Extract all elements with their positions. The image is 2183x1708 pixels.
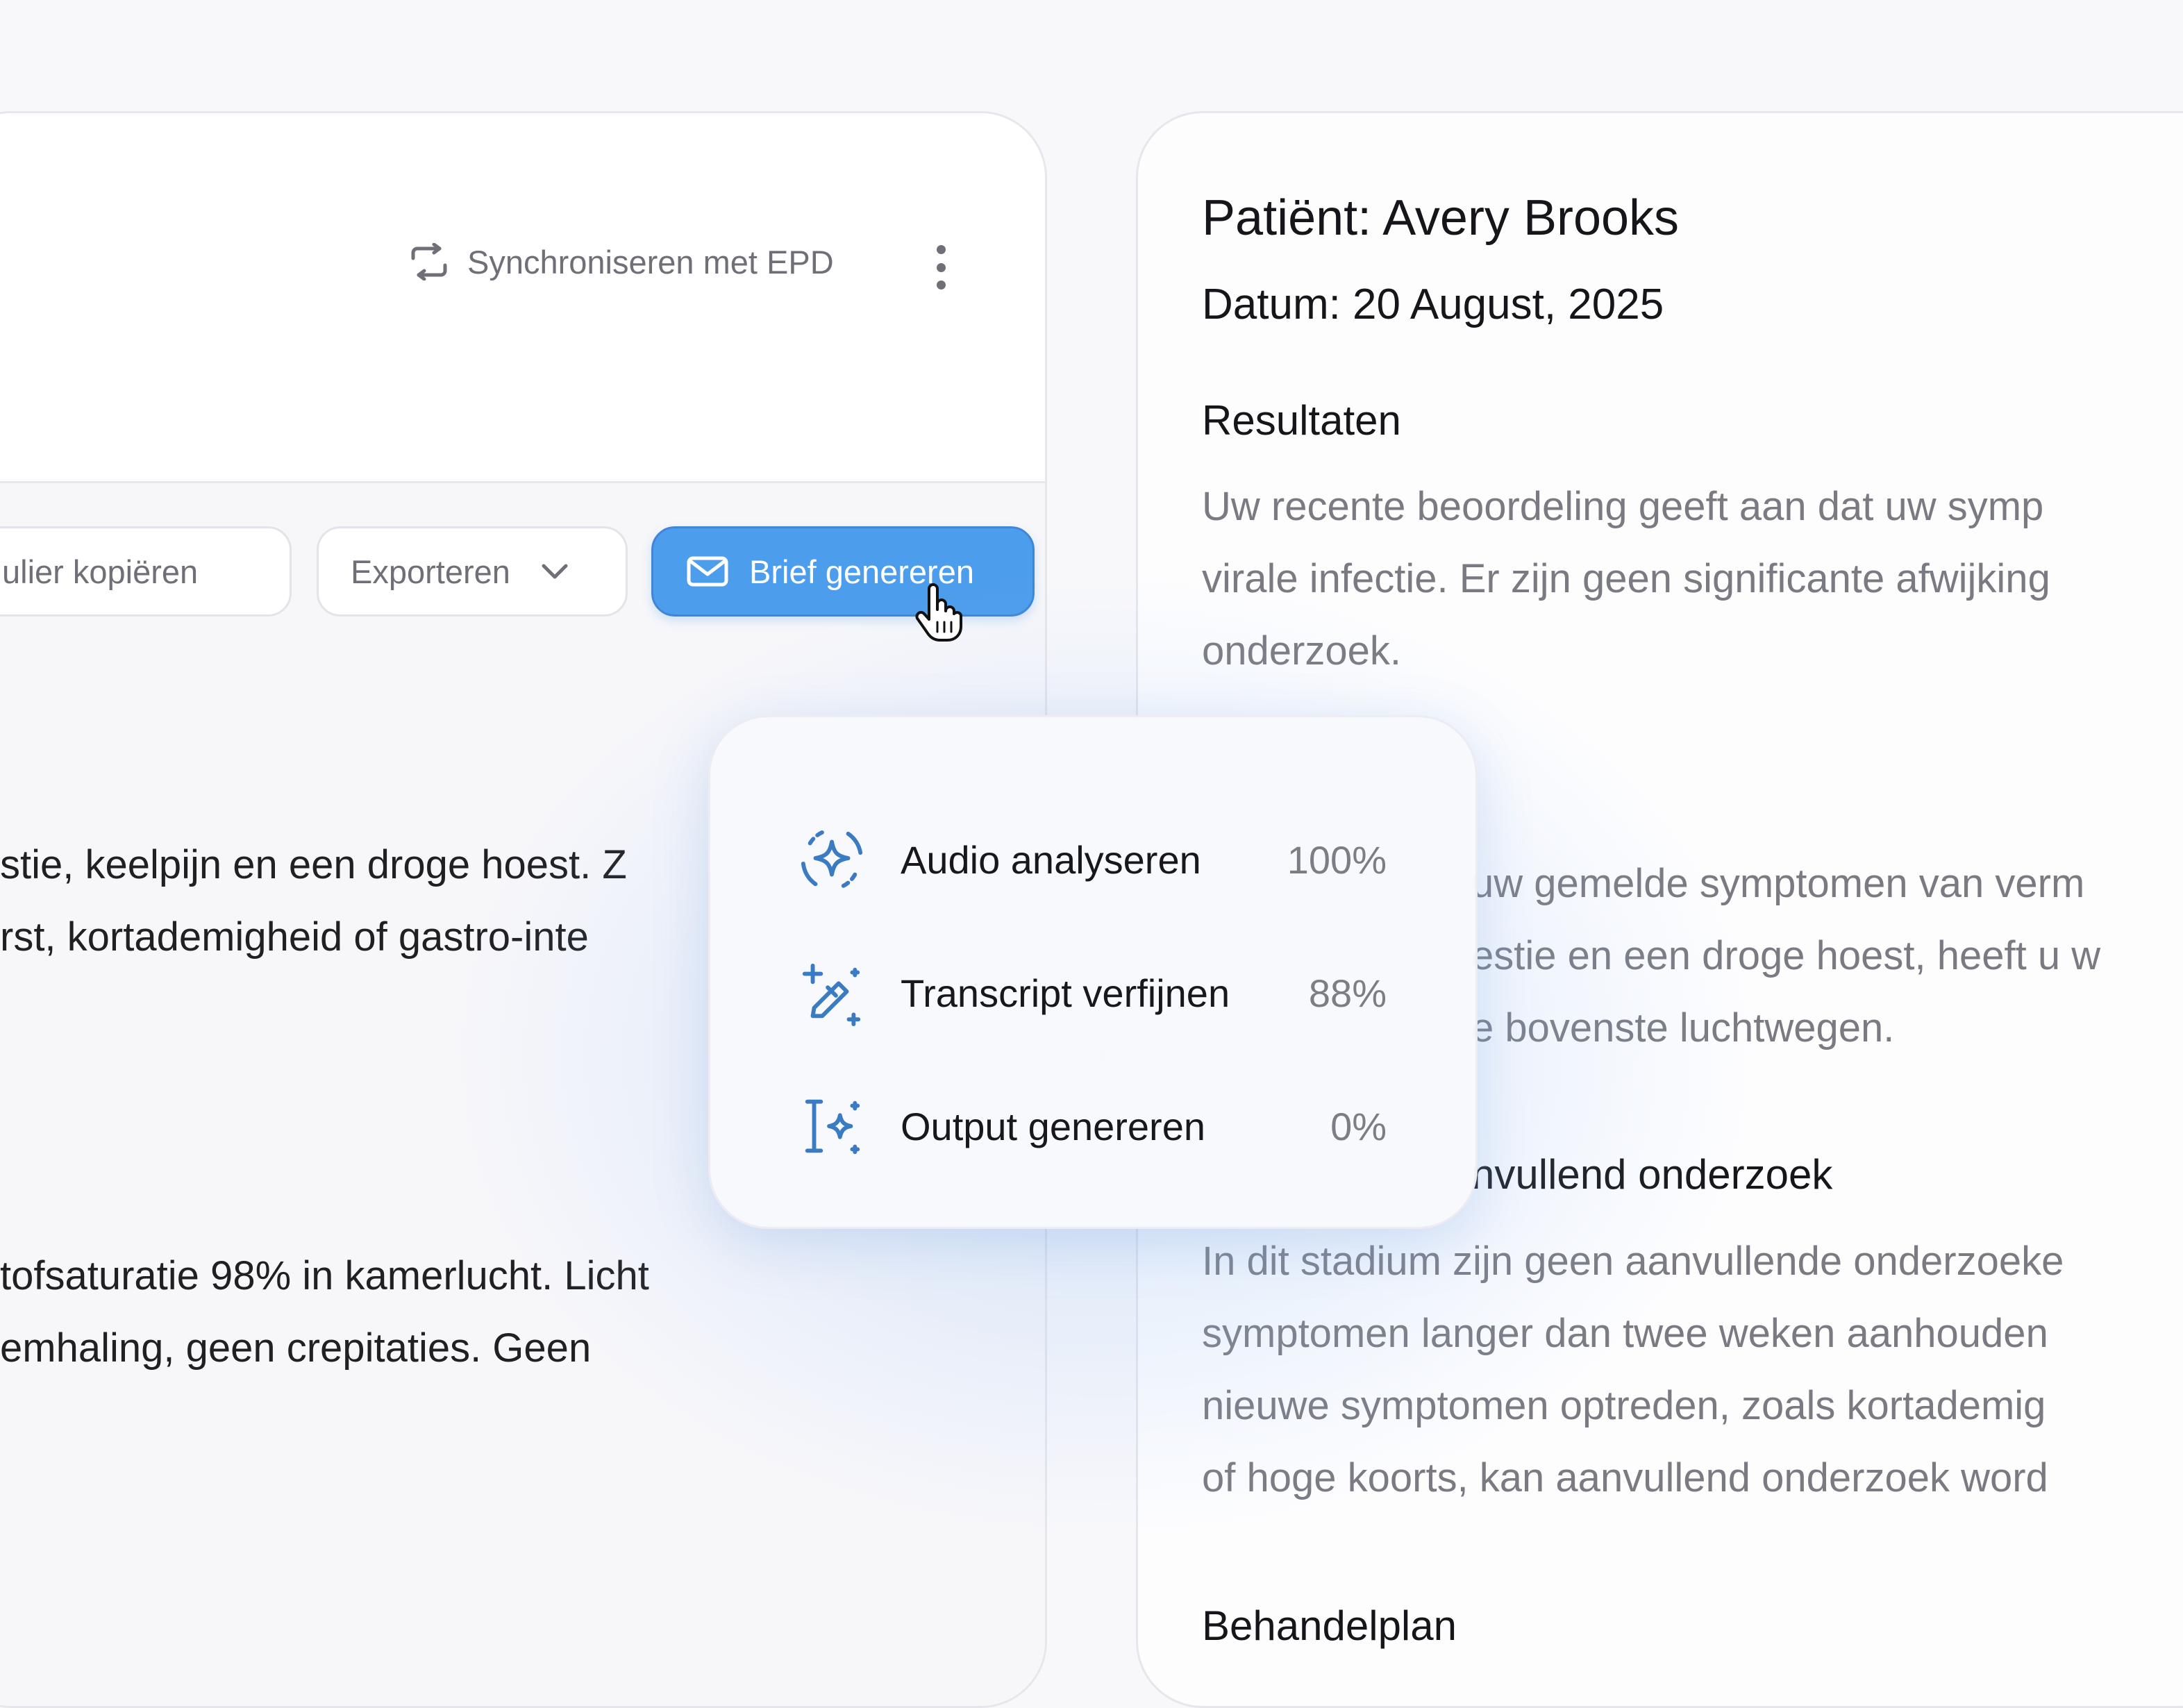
step-label: Transcript verfijnen — [901, 971, 1230, 1015]
step-percent: 0% — [1330, 1104, 1387, 1148]
symptoms-text: uw gemelde symptomen van verm estie en e… — [1471, 861, 2101, 1050]
generation-progress-panel: Audio analyseren 100% Transcript verfijn… — [708, 715, 1478, 1229]
mail-icon — [687, 556, 728, 587]
sync-epd-button[interactable]: Synchroniseren met EPD — [408, 240, 834, 284]
results-text: Uw recente beoordeling geeft aan dat uw … — [1202, 484, 2050, 673]
step-label: Audio analyseren — [901, 837, 1201, 882]
progress-step-transcript: Transcript verfijnen 88% — [710, 955, 1475, 1031]
letter-date: Datum: 20 August, 2025 — [1202, 281, 1664, 328]
anamnesis-text: stie, keelpijn en een droge hoest. Z rst… — [0, 842, 627, 960]
sync-label: Synchroniseren met EPD — [467, 243, 834, 281]
chevron-down-icon — [542, 564, 568, 579]
progress-step-output: Output genereren 0% — [710, 1088, 1475, 1164]
extra-research-text: In dit stadium zijn geen aanvullende ond… — [1202, 1239, 2064, 1500]
sync-icon — [411, 243, 447, 281]
results-heading: Resultaten — [1202, 397, 1401, 444]
note-editor-header: Synchroniseren met EPD — [0, 113, 1045, 483]
hand-cursor-icon — [915, 583, 962, 642]
text-cursor-sparkle-icon — [805, 1099, 860, 1155]
progress-step-audio: Audio analyseren 100% — [710, 821, 1475, 898]
sparkle-icon — [801, 830, 863, 889]
export-button[interactable]: Exporteren — [317, 526, 628, 617]
step-label: Output genereren — [901, 1104, 1205, 1148]
patient-name: Patiënt: Avery Brooks — [1202, 190, 1680, 246]
copy-form-button[interactable]: ulier kopiëren — [0, 526, 292, 617]
export-label: Exporteren — [351, 553, 510, 590]
magic-wand-icon — [802, 963, 861, 1027]
step-percent: 88% — [1308, 971, 1387, 1015]
step-percent: 100% — [1287, 837, 1387, 882]
generate-letter-button[interactable]: Brief genereren — [651, 526, 1035, 617]
extra-research-heading: nvullend onderzoek — [1471, 1151, 1833, 1198]
copy-form-label: ulier kopiëren — [2, 553, 199, 590]
more-options-icon[interactable] — [931, 245, 951, 290]
treatment-plan-heading: Behandelplan — [1202, 1602, 1457, 1649]
examination-text: tofsaturatie 98% in kamerlucht. Licht em… — [0, 1253, 649, 1371]
